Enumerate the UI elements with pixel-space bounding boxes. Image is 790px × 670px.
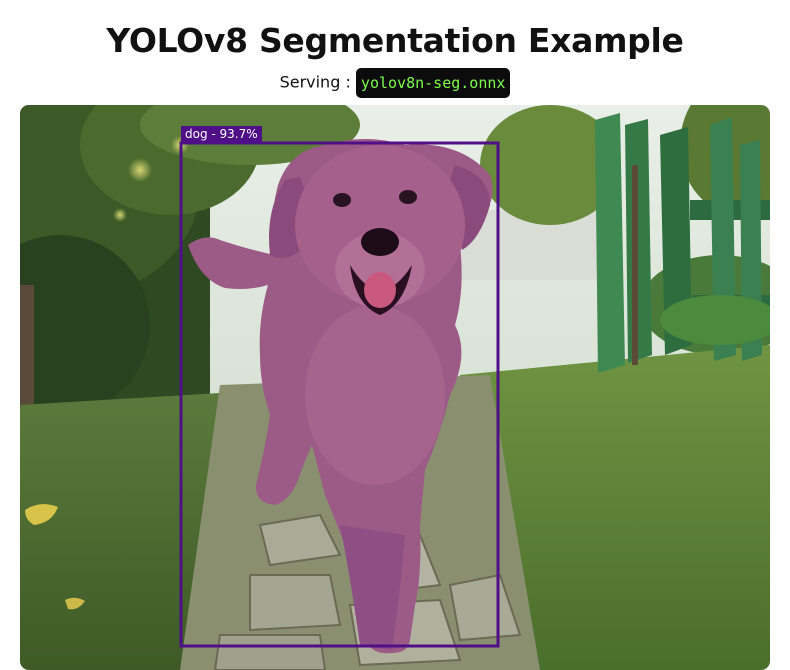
model-name-badge: yolov8n-seg.onnx [355,67,511,98]
page-title: YOLOv8 Segmentation Example [106,21,684,60]
detection-label: dog - 93.7% [181,126,262,143]
app-page: YOLOv8 Segmentation Example Serving : yo… [0,0,790,670]
segmentation-output-image [20,105,770,670]
serving-line: Serving : yolov8n-seg.onnx [0,65,790,100]
detection-canvas[interactable] [20,105,770,670]
serving-label: Serving : [279,72,351,92]
